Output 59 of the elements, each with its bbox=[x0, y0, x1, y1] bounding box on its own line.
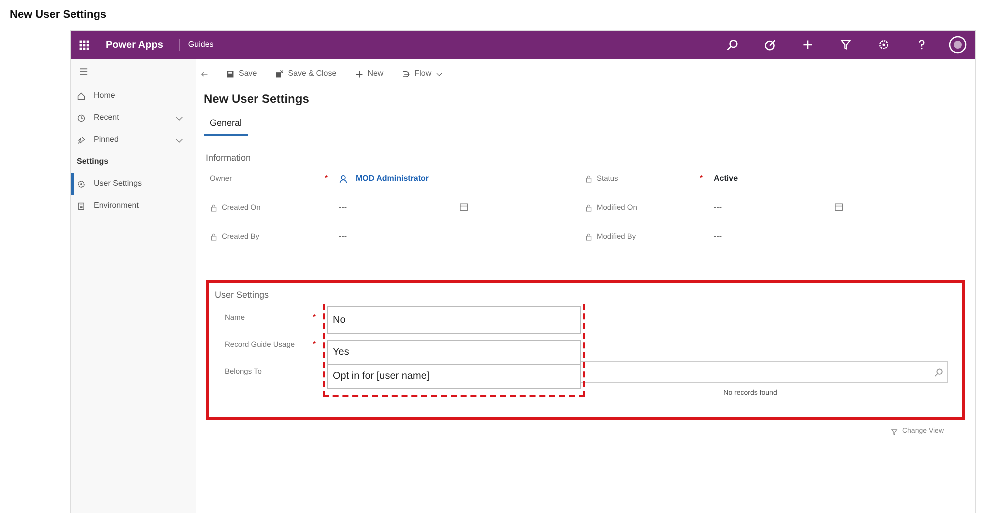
calendar-icon[interactable] bbox=[834, 202, 844, 212]
owner-link[interactable]: MOD Administrator bbox=[356, 173, 430, 185]
app-area: Guides bbox=[179, 39, 214, 51]
back-arrow-icon[interactable] bbox=[200, 70, 209, 78]
required-mark: * bbox=[313, 313, 316, 322]
sidebar-item[interactable]: Pinned bbox=[71, 129, 196, 151]
app-name: Power Apps bbox=[106, 38, 164, 52]
field-value: --- bbox=[339, 202, 347, 214]
field-value: --- bbox=[714, 231, 722, 243]
field-value: --- bbox=[714, 202, 722, 214]
menu-icon[interactable] bbox=[79, 67, 89, 77]
lock-icon bbox=[210, 204, 218, 212]
field-value: --- bbox=[339, 231, 347, 243]
field-value: Active bbox=[714, 173, 738, 185]
target-icon[interactable] bbox=[764, 39, 776, 51]
plus-icon bbox=[354, 70, 364, 78]
settings-icon[interactable] bbox=[878, 39, 890, 51]
flow-icon bbox=[402, 70, 411, 78]
dropdown-option[interactable]: Opt in for [user name] bbox=[327, 365, 581, 389]
lock-icon bbox=[210, 232, 218, 241]
required-mark: * bbox=[700, 174, 704, 183]
clock-icon bbox=[77, 114, 86, 122]
command-button[interactable]: Save bbox=[225, 67, 258, 81]
filter-icon[interactable] bbox=[840, 39, 852, 51]
sidebar-item[interactable]: Home bbox=[71, 85, 196, 107]
lock-icon bbox=[585, 232, 593, 241]
section-title: User Settings bbox=[215, 289, 270, 302]
sidebar-item[interactable]: Recent bbox=[71, 107, 196, 129]
command-button[interactable]: Flow bbox=[400, 67, 444, 81]
person-icon bbox=[339, 174, 348, 184]
avatar-icon[interactable] bbox=[949, 36, 967, 54]
search-icon[interactable] bbox=[726, 39, 738, 51]
sidebar-item[interactable]: User Settings bbox=[71, 173, 196, 195]
pin-icon bbox=[77, 136, 86, 144]
tab[interactable]: General bbox=[204, 116, 248, 136]
required-mark: * bbox=[313, 340, 316, 349]
required-mark: * bbox=[325, 174, 328, 183]
section-title: Information bbox=[206, 152, 252, 164]
save-close-icon bbox=[275, 70, 284, 78]
dropdown-option[interactable]: No bbox=[327, 306, 581, 334]
lock-icon bbox=[585, 204, 593, 212]
command-button[interactable]: New bbox=[354, 67, 385, 81]
home-icon bbox=[77, 92, 86, 100]
filter-icon bbox=[891, 428, 898, 436]
dropdown-option[interactable]: Yes bbox=[327, 340, 581, 365]
page-title: New User Settings bbox=[9, 8, 108, 23]
app-grid-icon[interactable] bbox=[79, 40, 90, 50]
lock-icon bbox=[585, 174, 593, 183]
sidebar-heading: Settings bbox=[76, 156, 110, 168]
settings-icon bbox=[77, 180, 86, 188]
calendar-icon[interactable] bbox=[459, 202, 469, 212]
form-title: New User Settings bbox=[204, 91, 310, 108]
chevron-down-icon bbox=[436, 70, 443, 78]
search-icon bbox=[934, 368, 943, 376]
command-button[interactable]: Save & Close bbox=[274, 67, 338, 81]
sidebar-item[interactable]: Environment bbox=[71, 195, 196, 217]
save-icon bbox=[226, 70, 235, 78]
plus-icon[interactable] bbox=[802, 39, 814, 51]
document-icon bbox=[77, 202, 86, 210]
